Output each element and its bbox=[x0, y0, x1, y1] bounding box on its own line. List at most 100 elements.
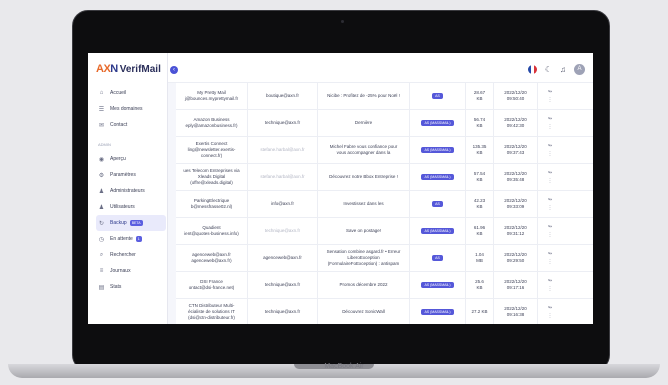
more-icon[interactable]: ⋮ bbox=[548, 285, 553, 293]
actions-cell: ↬ ⋮ bbox=[538, 164, 562, 190]
actions-cell: ↬ ⋮ bbox=[538, 245, 562, 271]
more-icon[interactable]: ⋮ bbox=[548, 123, 553, 131]
recipient-cell: technique@axn.fr bbox=[248, 110, 318, 136]
recipient-cell: technique@axn.fr bbox=[248, 299, 318, 324]
recipient-cell: stefane.harbal@axn.fr bbox=[248, 164, 318, 190]
table-row[interactable]: DSI France ontact@dsi-france.net) techniqu… bbox=[176, 272, 593, 299]
preview-icon[interactable]: ↬ bbox=[548, 196, 552, 204]
sidebar-item-top-1[interactable]: ☰ Mes domaines bbox=[96, 101, 166, 117]
date-cell: 2022/12/20 09:35:48 bbox=[494, 164, 538, 190]
status-badge: AS (MASSMAIL) bbox=[421, 281, 454, 289]
table-row[interactable]: My Pretty Mail j@bounces.myprettymail.fr b… bbox=[176, 83, 593, 110]
sidebar-item-admin-8[interactable]: ▤ Stats bbox=[96, 279, 166, 295]
preview-icon[interactable]: ↬ bbox=[548, 223, 552, 231]
chart-icon: ▤ bbox=[98, 284, 105, 291]
sidebar-item-admin-7[interactable]: ≡ Journaux bbox=[96, 263, 166, 279]
sidebar-item-top-0[interactable]: ⌂ Accueil bbox=[96, 85, 166, 101]
sidebar-item-label: Accueil bbox=[110, 90, 127, 96]
sender-cell: CTN Distributeur Multi-écialiste de solu… bbox=[176, 299, 248, 324]
tag-cell: AS (MASSMAIL) bbox=[410, 272, 466, 298]
sender-cell: agenceweb@axn.fr agenceweb@axn.fr) bbox=[176, 245, 248, 271]
recipient-cell: stefane.harbal@axn.fr bbox=[248, 137, 318, 163]
logo[interactable]: AXN VerifMail bbox=[96, 63, 161, 75]
sidebar-item-label: En attente bbox=[110, 236, 133, 242]
moon-icon[interactable]: ☾ bbox=[545, 65, 552, 74]
recipient-cell: info@axn.fr bbox=[248, 191, 318, 217]
sidebar-item-top-2[interactable]: ✉ Contact bbox=[96, 117, 166, 133]
more-icon[interactable]: ⋮ bbox=[548, 150, 553, 158]
gear-icon: ⚙ bbox=[98, 172, 105, 179]
chevron-left-icon[interactable]: ‹ bbox=[170, 66, 178, 74]
subject-cell: Investissez dans les bbox=[318, 191, 410, 217]
avatar[interactable]: A bbox=[574, 64, 585, 75]
france-flag-icon[interactable] bbox=[527, 65, 537, 74]
table-row[interactable]: Quadient ient@quotes-business.info) techni… bbox=[176, 218, 593, 245]
subject-cell: Découvrez notre Bbox Entreprise ! bbox=[318, 164, 410, 190]
actions-cell: ↬ ⋮ bbox=[538, 110, 562, 136]
tag-cell: AS bbox=[410, 83, 466, 109]
sidebar-item-admin-0[interactable]: ◉ Aperçu bbox=[96, 151, 166, 167]
preview-icon[interactable]: ↬ bbox=[548, 115, 552, 123]
tag-cell: AS (MASSMAIL) bbox=[410, 110, 466, 136]
tag-cell: AS bbox=[410, 245, 466, 271]
sidebar-item-admin-1[interactable]: ⚙ Paramètres bbox=[96, 167, 166, 183]
bell-icon[interactable]: ♫ bbox=[560, 65, 566, 74]
eye-icon: ◉ bbox=[98, 156, 105, 163]
size-cell: 28.67 KB bbox=[466, 83, 494, 109]
size-cell: 27.2 KB bbox=[466, 299, 494, 324]
more-icon[interactable]: ⋮ bbox=[548, 258, 553, 266]
status-badge: AS (MASSMAIL) bbox=[421, 146, 454, 154]
sidebar-item-admin-4[interactable]: ↻ Backup BETA bbox=[96, 215, 166, 231]
search-icon: ⌕ bbox=[99, 251, 104, 258]
subject-cell: Promos décembre 2022 bbox=[318, 272, 410, 298]
topbar-actions: ☾ ♫ A bbox=[527, 64, 585, 75]
preview-icon[interactable]: ↬ bbox=[548, 277, 552, 285]
more-icon[interactable]: ⋮ bbox=[548, 204, 553, 212]
date-cell: 2022/12/20 09:50:40 bbox=[494, 83, 538, 109]
size-cell: 1.04 MB bbox=[466, 245, 494, 271]
subject-cell: Michel Fabre vous confiance pour vous acc… bbox=[318, 137, 410, 163]
more-icon[interactable]: ⋮ bbox=[548, 177, 553, 185]
status-badge: AS (MASSMAIL) bbox=[421, 308, 454, 316]
actions-cell: ↬ ⋮ bbox=[538, 83, 562, 109]
table-row[interactable]: Exertis Connect ling@newsletter.exertis-c… bbox=[176, 137, 593, 164]
more-icon[interactable]: ⋮ bbox=[548, 96, 553, 104]
date-cell: 2022/12/20 09:33:09 bbox=[494, 191, 538, 217]
log-icon: ≡ bbox=[99, 268, 104, 274]
subject-cell: Dernière bbox=[318, 110, 410, 136]
sidebar-badge: BETA bbox=[129, 220, 143, 226]
size-cell: 56.74 KB bbox=[466, 110, 494, 136]
sidebar-item-admin-6[interactable]: ⌕ Rechercher bbox=[96, 247, 166, 263]
table-row[interactable]: Amazon Business eply@amazonbusiness.fr) te… bbox=[176, 110, 593, 137]
more-icon[interactable]: ⋮ bbox=[548, 231, 553, 239]
preview-icon[interactable]: ↬ bbox=[548, 142, 552, 150]
sender-cell: My Pretty Mail j@bounces.myprettymail.fr bbox=[176, 83, 248, 109]
actions-cell: ↬ ⋮ bbox=[538, 191, 562, 217]
preview-icon[interactable]: ↬ bbox=[548, 88, 552, 96]
date-cell: 2022/12/20 09:29:50 bbox=[494, 245, 538, 271]
more-icon[interactable]: ⋮ bbox=[548, 312, 553, 320]
sidebar-badge: 1 bbox=[135, 236, 142, 242]
preview-icon[interactable]: ↬ bbox=[548, 169, 552, 177]
recipient-cell: technique@axn.fr bbox=[248, 218, 318, 244]
table-row[interactable]: ParkingElectrique b@messfrasse02.nl) info@… bbox=[176, 191, 593, 218]
actions-cell: ↬ ⋮ bbox=[538, 218, 562, 244]
actions-cell: ↬ ⋮ bbox=[538, 272, 562, 298]
date-cell: 2022/12/20 09:31:12 bbox=[494, 218, 538, 244]
preview-icon[interactable]: ↬ bbox=[548, 250, 552, 258]
table-row[interactable]: agenceweb@axn.fr agenceweb@axn.fr) agencew… bbox=[176, 245, 593, 272]
tag-cell: AS (MASSMAIL) bbox=[410, 137, 466, 163]
sender-cell: ues Telecom Entreprises via Xleads Digita… bbox=[176, 164, 248, 190]
backup-icon: ↻ bbox=[98, 220, 105, 227]
table-row[interactable]: ues Telecom Entreprises via Xleads Digita… bbox=[176, 164, 593, 191]
tag-cell: AS (MASSMAIL) bbox=[410, 164, 466, 190]
sidebar-item-admin-2[interactable]: ♟ Administrateurs bbox=[96, 183, 166, 199]
preview-icon[interactable]: ↬ bbox=[548, 304, 552, 312]
sidebar-item-admin-3[interactable]: ♟ Utilisateurs bbox=[96, 199, 166, 215]
status-badge: AS bbox=[432, 92, 443, 100]
table-row[interactable]: CTN Distributeur Multi-écialiste de solu… bbox=[176, 299, 593, 324]
sidebar-item-admin-5[interactable]: ◷ En attente 1 bbox=[96, 231, 166, 247]
sidebar-item-label: Rechercher bbox=[110, 252, 136, 258]
users-icon: ♟ bbox=[98, 204, 105, 211]
subject-cell: Nicibe : Profitez de -25% pour Noël ! bbox=[318, 83, 410, 109]
